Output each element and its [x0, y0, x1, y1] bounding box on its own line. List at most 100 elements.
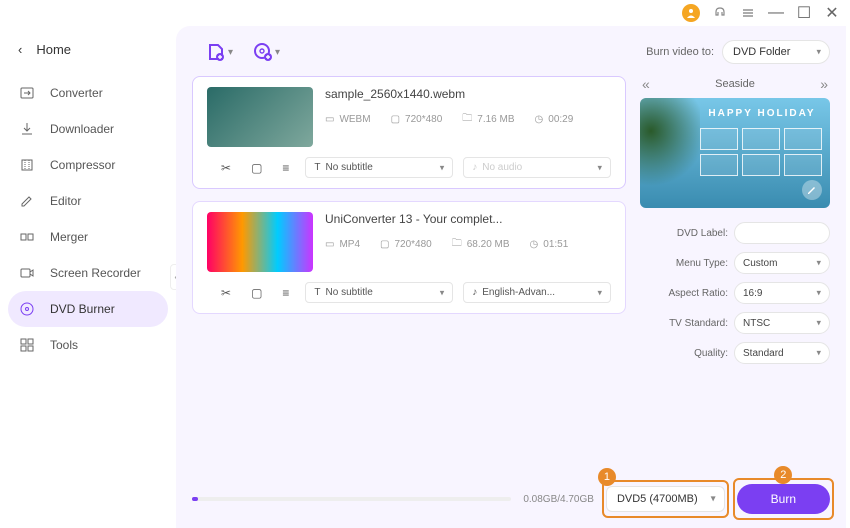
minimize-button[interactable]: — [768, 5, 784, 21]
dvd-icon [18, 300, 36, 318]
theme-preview[interactable]: HAPPY HOLIDAY [640, 98, 830, 208]
maximize-button[interactable]: ☐ [796, 5, 812, 21]
disc-usage-progress [192, 497, 511, 501]
home-label: Home [36, 42, 71, 57]
format-value: WEBM [339, 114, 370, 125]
sidebar-item-label: Compressor [50, 158, 115, 172]
dvd-label-label: DVD Label: [677, 228, 728, 239]
trim-icon[interactable]: ✂ [221, 161, 231, 175]
sidebar-item-tools[interactable]: Tools [8, 327, 168, 363]
tv-standard-label: TV Standard: [669, 318, 728, 329]
sidebar-item-label: Merger [50, 230, 88, 244]
subtitle-icon: T [314, 162, 320, 173]
quality-select[interactable]: Standard [734, 342, 830, 364]
file-title: sample_2560x1440.webm [325, 87, 611, 101]
audio-icon: ♪ [472, 162, 477, 173]
support-icon[interactable] [712, 5, 728, 21]
subtitle-select[interactable]: TNo subtitle [305, 282, 453, 303]
home-nav[interactable]: ‹ Home [8, 34, 168, 65]
sidebar-item-downloader[interactable]: Downloader [8, 111, 168, 147]
more-icon[interactable]: ≡ [282, 286, 289, 300]
audio-value: No audio [482, 162, 522, 173]
video-thumbnail[interactable] [207, 87, 313, 147]
tv-standard-select[interactable]: NTSC [734, 312, 830, 334]
sidebar: ‹ Home Converter Downloader Compressor E… [0, 26, 176, 528]
add-disc-button[interactable]: ▾ [253, 42, 280, 62]
add-file-button[interactable]: ▾ [206, 42, 233, 62]
size-value: 7.16 MB [477, 114, 514, 125]
subtitle-select[interactable]: T No subtitle [305, 157, 453, 178]
chevron-down-icon: ▾ [275, 47, 280, 58]
dvd-label-input[interactable] [734, 222, 830, 244]
quality-label: Quality: [694, 348, 728, 359]
theme-name: Seaside [715, 78, 755, 90]
file-card: sample_2560x1440.webm ▭WEBM ▢720*480 🗀7.… [192, 76, 626, 189]
tools-icon [18, 336, 36, 354]
format-icon: ▭ [325, 239, 334, 250]
duration-icon: ◷ [535, 114, 544, 125]
audio-value: English-Advan... [482, 287, 555, 298]
highlight-badge-1: 1 [598, 468, 616, 486]
sidebar-item-label: Screen Recorder [50, 266, 141, 280]
file-meta: ▭MP4 ▢720*480 🗀68.20 MB ◷01:51 [325, 236, 611, 253]
sidebar-item-screenrecorder[interactable]: Screen Recorder [8, 255, 168, 291]
sidebar-item-editor[interactable]: Editor [8, 183, 168, 219]
aspect-ratio-select[interactable]: 16:9 [734, 282, 830, 304]
quality-value: Standard [743, 348, 784, 359]
disc-type-value: DVD5 (4700MB) [617, 493, 698, 505]
duration-icon: ◷ [530, 239, 539, 250]
resolution-icon: ▢ [380, 239, 389, 250]
aspect-ratio-value: 16:9 [743, 288, 762, 299]
burn-to-select[interactable]: DVD Folder [722, 40, 830, 64]
resolution-value: 720*480 [394, 239, 431, 250]
compress-icon [18, 156, 36, 174]
disc-usage-text: 0.08GB/4.70GB [523, 494, 594, 505]
sidebar-item-dvdburner[interactable]: DVD Burner [8, 291, 168, 327]
format-icon: ▭ [325, 114, 334, 125]
user-avatar-icon[interactable] [682, 4, 700, 22]
burn-to-label: Burn video to: [646, 46, 714, 58]
card-actions: ✂ ▢ ≡ [207, 161, 295, 175]
size-icon: 🗀 [452, 236, 462, 253]
edit-theme-icon[interactable] [802, 180, 822, 200]
resolution-value: 720*480 [405, 114, 442, 125]
sidebar-item-compressor[interactable]: Compressor [8, 147, 168, 183]
aspect-ratio-label: Aspect Ratio: [669, 288, 728, 299]
format-value: MP4 [339, 239, 360, 250]
video-thumbnail[interactable] [207, 212, 313, 272]
download-icon [18, 120, 36, 138]
theme-next-button[interactable]: » [820, 76, 828, 92]
theme-nav: « Seaside » [640, 76, 830, 98]
audio-select[interactable]: ♪ English-Advan... [463, 282, 611, 303]
subtitle-value: No subtitle [326, 162, 373, 173]
close-button[interactable]: ✕ [824, 5, 840, 21]
disc-type-select[interactable]: DVD5 (4700MB) [606, 486, 725, 512]
burn-to-value: DVD Folder [733, 46, 790, 58]
menu-type-select[interactable]: Custom [734, 252, 830, 274]
burn-button[interactable]: Burn [737, 484, 830, 514]
chevron-down-icon: ▾ [228, 47, 233, 58]
theme-banner-text: HAPPY HOLIDAY [700, 108, 824, 119]
highlight-badge-2: 2 [774, 466, 792, 484]
dvd-settings: DVD Label: Menu Type:Custom Aspect Ratio… [640, 222, 830, 364]
converter-icon [18, 84, 36, 102]
duration-value: 00:29 [548, 114, 573, 125]
more-icon[interactable]: ≡ [282, 161, 289, 175]
sidebar-item-label: DVD Burner [50, 302, 115, 316]
sidebar-item-label: Editor [50, 194, 81, 208]
crop-icon[interactable]: ▢ [251, 161, 262, 175]
record-icon [18, 264, 36, 282]
audio-select[interactable]: ♪ No audio [463, 157, 611, 178]
sidebar-item-converter[interactable]: Converter [8, 75, 168, 111]
footer: 0.08GB/4.70GB 1 DVD5 (4700MB) 2 Burn [192, 474, 830, 514]
trim-icon[interactable]: ✂ [221, 286, 231, 300]
sidebar-item-merger[interactable]: Merger [8, 219, 168, 255]
subtitle-value: No subtitle [326, 287, 373, 298]
crop-icon[interactable]: ▢ [251, 286, 262, 300]
menu-type-value: Custom [743, 258, 777, 269]
file-meta: ▭WEBM ▢720*480 🗀7.16 MB ◷00:29 [325, 111, 611, 128]
menu-icon[interactable] [740, 5, 756, 21]
theme-prev-button[interactable]: « [642, 76, 650, 92]
audio-icon: ♪ [472, 287, 477, 298]
main-layout: ‹ Home Converter Downloader Compressor E… [0, 26, 850, 528]
